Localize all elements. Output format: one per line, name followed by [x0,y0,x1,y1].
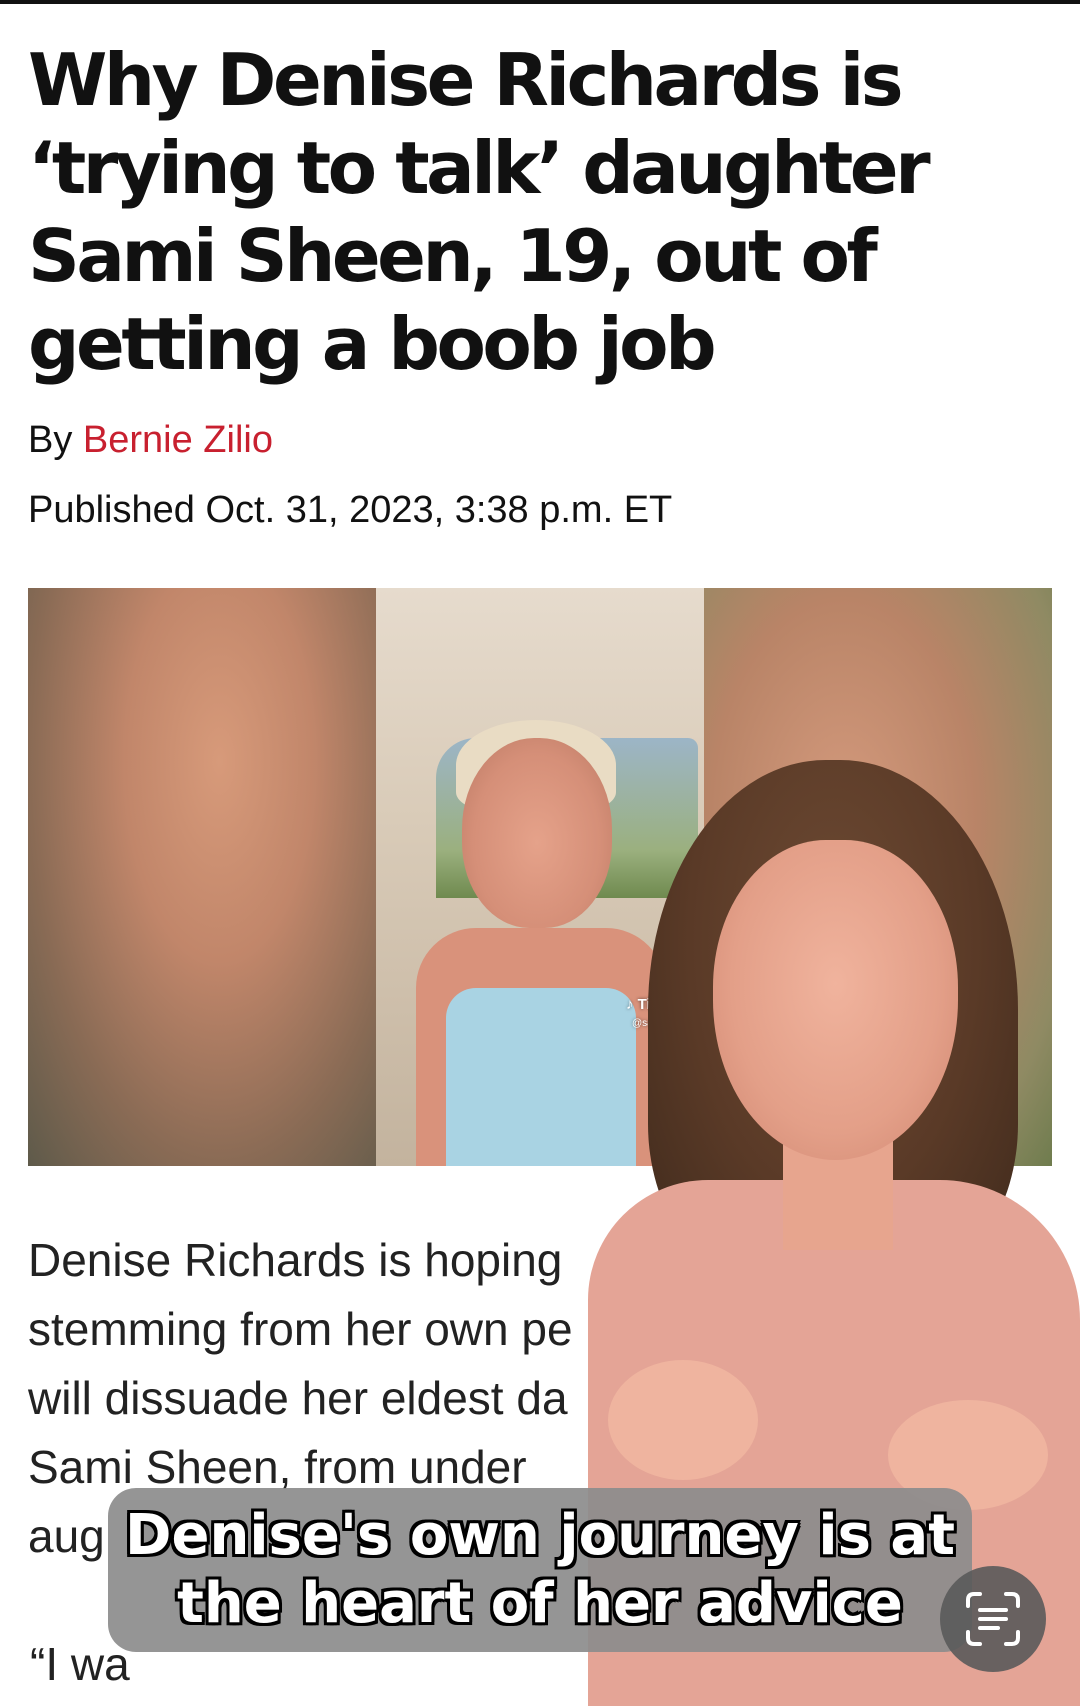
presenter-face [713,840,958,1160]
text-select-button[interactable] [940,1566,1046,1672]
video-caption: Denise's own journey is at the heart of … [108,1488,972,1652]
author-link[interactable]: Bernie Zilio [83,419,273,461]
published-date: Published Oct. 31, 2023, 3:38 p.m. ET [28,489,673,531]
presenter-hand-left [608,1360,758,1480]
byline-prefix: By [28,419,83,461]
article-headline: Why Denise Richards is ‘trying to talk’ … [28,38,931,386]
caption-line-1: Denise's own journey is at [125,1503,955,1568]
blurred-background-left [28,588,376,1166]
caption-line-2: the heart of her advice [177,1571,903,1636]
top-divider [0,0,1080,4]
byline: By Bernie Zilio [28,418,273,462]
text-select-icon [966,1592,1020,1646]
